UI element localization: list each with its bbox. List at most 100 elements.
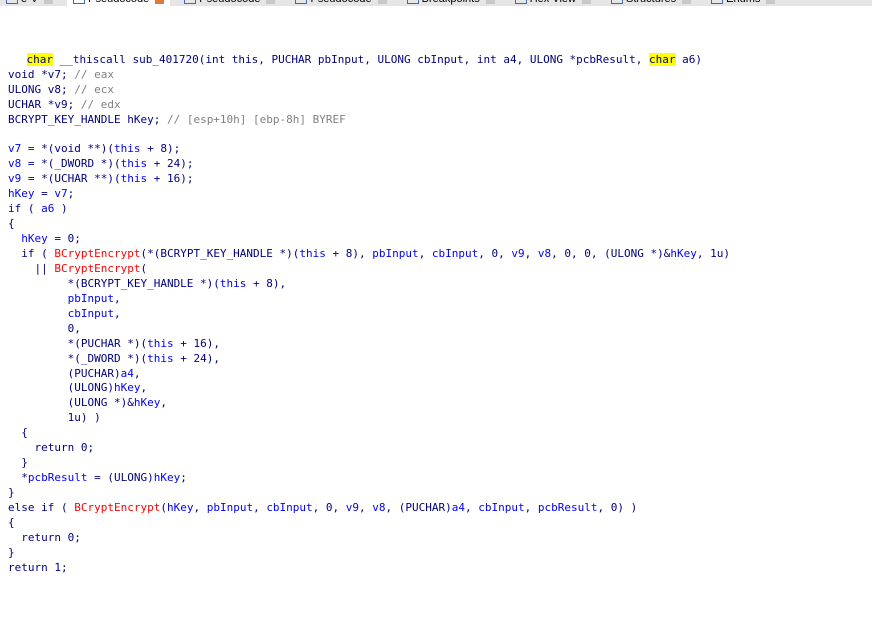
variable-token[interactable]: hKey	[154, 471, 181, 484]
code-token[interactable]: (	[140, 262, 147, 275]
code-line[interactable]: return 0;	[0, 531, 872, 546]
code-token[interactable]: + 8),	[246, 277, 286, 290]
code-token[interactable]: = *(_DWORD *)(	[21, 157, 121, 170]
code-line[interactable]: 1u) )	[0, 411, 872, 426]
variable-token[interactable]: pbInput	[68, 292, 114, 305]
arg-type-highlight[interactable]: char	[649, 52, 676, 66]
code-token[interactable]: (ULONG *)&	[8, 396, 134, 409]
close-icon[interactable]	[766, 0, 776, 4]
code-token[interactable]: = *(void **)(	[21, 142, 114, 155]
variable-token[interactable]: v8	[538, 247, 551, 260]
tab-0[interactable]: e-V	[0, 0, 59, 6]
variable-token[interactable]: this	[299, 247, 326, 260]
tab-6[interactable]: Structures	[605, 0, 697, 6]
code-line[interactable]: *(BCRYPT_KEY_HANDLE *)(this + 8),	[0, 277, 872, 292]
code-line[interactable]: BCRYPT_KEY_HANDLE hKey; // [esp+10h] [eb…	[0, 113, 872, 128]
code-token[interactable]: + 16);	[147, 172, 194, 185]
variable-token[interactable]: v8	[8, 157, 21, 170]
code-token[interactable]: ,	[114, 307, 121, 320]
code-token[interactable]: ,	[465, 501, 478, 514]
close-icon[interactable]	[682, 0, 692, 4]
variable-token[interactable]: v9	[346, 501, 359, 514]
variable-token[interactable]: v7	[8, 142, 21, 155]
code-token[interactable]: {	[8, 516, 15, 529]
variable-token[interactable]: a6	[41, 202, 54, 215]
code-line[interactable]: {	[0, 426, 872, 441]
variable-token[interactable]: v8	[372, 501, 385, 514]
variable-token[interactable]: v7	[54, 187, 67, 200]
code-token[interactable]: + 16),	[174, 337, 220, 350]
signature-text[interactable]: __thiscall sub_401720(int this, PUCHAR p…	[53, 53, 649, 66]
code-line[interactable]: pbInput,	[0, 292, 872, 307]
code-token[interactable]: (	[160, 501, 167, 514]
code-token[interactable]: return	[35, 441, 75, 454]
code-line[interactable]: }	[0, 456, 872, 471]
code-line[interactable]: v8 = *(_DWORD *)(this + 24);	[0, 157, 872, 172]
code-token[interactable]: else if	[8, 501, 54, 514]
code-token[interactable]	[8, 232, 21, 245]
code-token[interactable]: , 0,	[478, 247, 511, 260]
code-line[interactable]: UCHAR *v9; // edx	[0, 98, 872, 113]
code-token[interactable]	[8, 441, 35, 454]
code-token[interactable]: = *(UCHAR **)(	[21, 172, 121, 185]
code-token[interactable]: , 0) )	[598, 501, 638, 514]
code-token[interactable]: *(BCRYPT_KEY_HANDLE *)(	[8, 277, 220, 290]
variable-token[interactable]: v9	[8, 172, 21, 185]
variable-token[interactable]: this	[114, 142, 141, 155]
variable-token[interactable]: hKey	[114, 381, 141, 394]
code-token[interactable]: {	[8, 217, 15, 230]
code-comment[interactable]: // edx	[81, 98, 121, 111]
variable-token[interactable]: this	[220, 277, 247, 290]
close-icon[interactable]	[266, 0, 276, 4]
variable-token[interactable]: this	[121, 172, 148, 185]
code-token[interactable]: 1;	[48, 561, 67, 574]
code-token[interactable]: )	[54, 202, 68, 215]
code-token[interactable]: ;	[68, 187, 75, 200]
code-line[interactable]: (ULONG *)&hKey,	[0, 396, 872, 411]
code-token[interactable]: ,	[193, 501, 206, 514]
variable-token[interactable]: this	[147, 352, 174, 365]
variable-token[interactable]: this	[121, 157, 148, 170]
code-line[interactable]: v7 = *(void **)(this + 8);	[0, 142, 872, 157]
code-line[interactable]: (PUCHAR)a4,	[0, 367, 872, 382]
code-token[interactable]: (	[35, 247, 55, 260]
function-signature[interactable]: char __thiscall sub_401720(int this, PUC…	[0, 38, 872, 66]
code-token[interactable]: *	[8, 471, 28, 484]
function-name[interactable]: BCryptEncrypt	[74, 501, 160, 514]
code-token[interactable]	[8, 531, 21, 544]
variable-token[interactable]: a4	[452, 501, 465, 514]
code-token[interactable]: ,	[525, 247, 538, 260]
code-token[interactable]: }	[8, 486, 15, 499]
return-type[interactable]: char	[26, 52, 53, 66]
variable-token[interactable]: a4	[121, 367, 134, 380]
variable-token[interactable]: pcbResult	[28, 471, 88, 484]
code-token[interactable]: if	[21, 247, 34, 260]
tab-5[interactable]: Hex View	[509, 0, 597, 6]
variable-token[interactable]: v9	[511, 247, 524, 260]
close-icon[interactable]	[582, 0, 591, 4]
code-token[interactable]: =	[35, 187, 55, 200]
code-line[interactable]: {	[0, 516, 872, 531]
code-token[interactable]: ,	[359, 501, 372, 514]
function-name[interactable]: BCryptEncrypt	[54, 262, 140, 275]
code-token[interactable]: *(_DWORD *)(	[8, 352, 147, 365]
variable-token[interactable]: cbInput	[266, 501, 312, 514]
variable-token[interactable]: pbInput	[372, 247, 418, 260]
code-token[interactable]: ;	[180, 471, 187, 484]
variable-token[interactable]: cbInput	[478, 501, 524, 514]
tab-4[interactable]: Breakpoints	[401, 0, 501, 6]
code-line[interactable]: hKey = 0;	[0, 232, 872, 247]
code-line[interactable]: return 1;	[0, 561, 872, 576]
code-line[interactable]: *(PUCHAR *)(this + 16),	[0, 337, 872, 352]
variable-token[interactable]: pcbResult	[538, 501, 598, 514]
code-token[interactable]: (ULONG)	[8, 381, 114, 394]
code-token[interactable]: void *v7;	[8, 68, 74, 81]
code-comment[interactable]: // [esp+10h] [ebp-8h] BYREF	[167, 113, 346, 126]
code-token[interactable]: ||	[8, 262, 54, 275]
code-token[interactable]: }	[8, 546, 15, 559]
code-line[interactable]	[0, 128, 872, 143]
code-token[interactable]: ,	[419, 247, 432, 260]
code-token[interactable]: *(PUCHAR *)(	[8, 337, 147, 350]
code-token[interactable]: ULONG v8;	[8, 83, 74, 96]
variable-token[interactable]: this	[147, 337, 174, 350]
